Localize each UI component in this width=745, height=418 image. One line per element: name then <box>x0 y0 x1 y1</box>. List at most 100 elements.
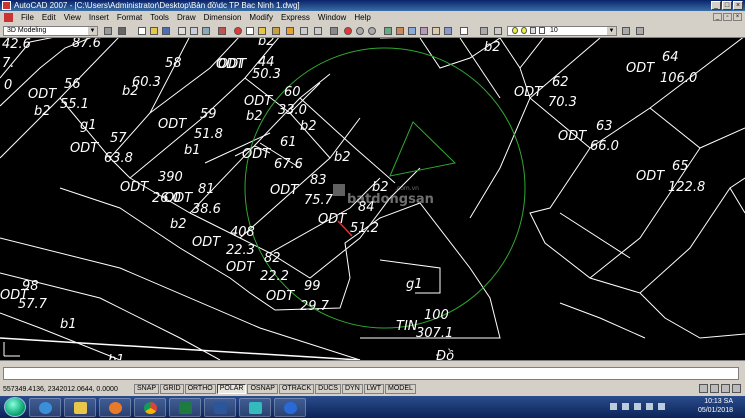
volume-icon[interactable] <box>646 403 653 410</box>
menu-insert[interactable]: Insert <box>85 13 113 22</box>
taskbar-explorer[interactable] <box>64 397 96 417</box>
close-button[interactable]: × <box>733 1 743 10</box>
workspace-settings-icon[interactable] <box>104 27 112 35</box>
battery-icon[interactable] <box>658 403 665 410</box>
design-center-icon[interactable] <box>396 27 404 35</box>
taskbar-word[interactable] <box>204 397 236 417</box>
menu-help[interactable]: Help <box>350 13 374 22</box>
layer-previous-icon[interactable] <box>636 27 644 35</box>
parcel-label: ODT <box>242 147 271 162</box>
markup-icon[interactable] <box>432 27 440 35</box>
taskbar-ie[interactable] <box>29 397 61 417</box>
parcel-label: 60 <box>284 85 301 100</box>
document-icon[interactable] <box>4 13 13 22</box>
layer-on-icon <box>512 27 518 34</box>
layer-manager-icon[interactable] <box>480 27 488 35</box>
command-line-input[interactable] <box>3 367 739 380</box>
minimize-button[interactable]: _ <box>711 1 721 10</box>
ortho-toggle[interactable]: ORTHO <box>184 384 216 394</box>
taskbar-media[interactable] <box>99 397 131 417</box>
flag-icon[interactable] <box>622 403 629 410</box>
start-button[interactable] <box>4 397 26 417</box>
print-icon[interactable] <box>178 27 186 35</box>
clock-date[interactable]: 05/01/2018 <box>698 407 733 414</box>
3d-dwf-icon[interactable] <box>218 27 226 35</box>
clean-screen-icon[interactable] <box>732 384 741 393</box>
chevron-down-icon[interactable]: ▼ <box>88 27 97 35</box>
polar-toggle[interactable]: POLAR <box>216 384 247 394</box>
save-icon[interactable] <box>162 27 170 35</box>
undo-icon[interactable] <box>300 27 308 35</box>
command-line-panel <box>0 360 745 382</box>
menu-view[interactable]: View <box>60 13 85 22</box>
paste-icon[interactable] <box>258 27 266 35</box>
chevron-down-icon[interactable]: ▼ <box>607 27 616 35</box>
doc-close-button[interactable]: × <box>733 13 742 21</box>
autocad-icon[interactable] <box>2 1 11 10</box>
make-layer-current-icon[interactable] <box>622 27 630 35</box>
parcel-label: 57 <box>110 131 127 146</box>
tool-palettes-icon[interactable] <box>408 27 416 35</box>
comm-center-icon[interactable] <box>699 384 708 393</box>
parcel-label: ODT <box>218 57 247 72</box>
open-folder-icon[interactable] <box>150 27 158 35</box>
sheet-set-icon[interactable] <box>420 27 428 35</box>
drawing-canvas[interactable]: 42.6 87.6 b2 ODT 58 60.3 ODT 44 50.3 7. … <box>0 34 745 368</box>
menu-format[interactable]: Format <box>113 13 146 22</box>
network-icon[interactable] <box>634 403 641 410</box>
print-preview-icon[interactable] <box>190 27 198 35</box>
redo-icon[interactable] <box>314 27 322 35</box>
pan-icon[interactable] <box>330 27 338 35</box>
snap-toggle[interactable]: SNAP <box>134 384 160 394</box>
menu-window[interactable]: Window <box>314 13 350 22</box>
menu-edit[interactable]: Edit <box>38 13 60 22</box>
status-tray <box>699 384 741 393</box>
parcel-label: b2 <box>300 119 317 134</box>
zoom-previous-icon[interactable] <box>368 27 376 35</box>
parcel-label: 51.8 <box>194 127 223 142</box>
properties-icon[interactable] <box>384 27 392 35</box>
zoom-realtime-icon[interactable] <box>344 27 352 35</box>
lock-icon[interactable] <box>710 384 719 393</box>
menu-file[interactable]: File <box>17 13 38 22</box>
workspace-dropdown[interactable]: 3D Modeling ▼ <box>3 26 98 36</box>
clock-time[interactable]: 10:13 SA <box>704 398 733 405</box>
language-icon[interactable] <box>610 403 617 410</box>
excel-icon <box>179 401 192 414</box>
taskbar-autocad[interactable] <box>239 397 271 417</box>
menu-draw[interactable]: Draw <box>173 13 200 22</box>
osnap-toggle[interactable]: OSNAP <box>247 384 278 394</box>
parcel-label: b1 <box>184 143 201 158</box>
layer-states-icon[interactable] <box>494 27 502 35</box>
grid-toggle[interactable]: GRID <box>160 384 184 394</box>
cut-icon[interactable] <box>234 27 242 35</box>
quickcalc-icon[interactable] <box>444 27 452 35</box>
menu-express[interactable]: Express <box>277 13 314 22</box>
menu-modify[interactable]: Modify <box>245 13 277 22</box>
maximize-button[interactable]: □ <box>722 1 732 10</box>
model-toggle[interactable]: MODEL <box>385 384 416 394</box>
parcel-label: 99 <box>304 279 321 294</box>
zoom-window-icon[interactable] <box>356 27 364 35</box>
ucs-icon <box>3 342 20 357</box>
taskbar-excel[interactable] <box>169 397 201 417</box>
workspace-save-icon[interactable] <box>118 27 126 35</box>
menu-tools[interactable]: Tools <box>146 13 173 22</box>
help-icon[interactable] <box>460 27 468 35</box>
taskbar-help[interactable] <box>274 397 306 417</box>
trace-icon[interactable] <box>721 384 730 393</box>
taskbar-chrome[interactable] <box>134 397 166 417</box>
copy-icon[interactable] <box>246 27 254 35</box>
match-properties-icon[interactable] <box>272 27 280 35</box>
doc-minimize-button[interactable]: _ <box>713 13 722 21</box>
otrack-toggle[interactable]: OTRACK <box>278 384 315 394</box>
menu-dimension[interactable]: Dimension <box>200 13 246 22</box>
system-tray: 10:13 SA 05/01/2018 <box>610 396 745 418</box>
doc-restore-button[interactable]: ▫ <box>723 13 732 21</box>
block-editor-icon[interactable] <box>286 27 294 35</box>
ducs-toggle[interactable]: DUCS <box>315 384 341 394</box>
lwt-toggle[interactable]: LWT <box>363 384 385 394</box>
new-file-icon[interactable] <box>138 27 146 35</box>
dyn-toggle[interactable]: DYN <box>341 384 363 394</box>
publish-icon[interactable] <box>202 27 210 35</box>
